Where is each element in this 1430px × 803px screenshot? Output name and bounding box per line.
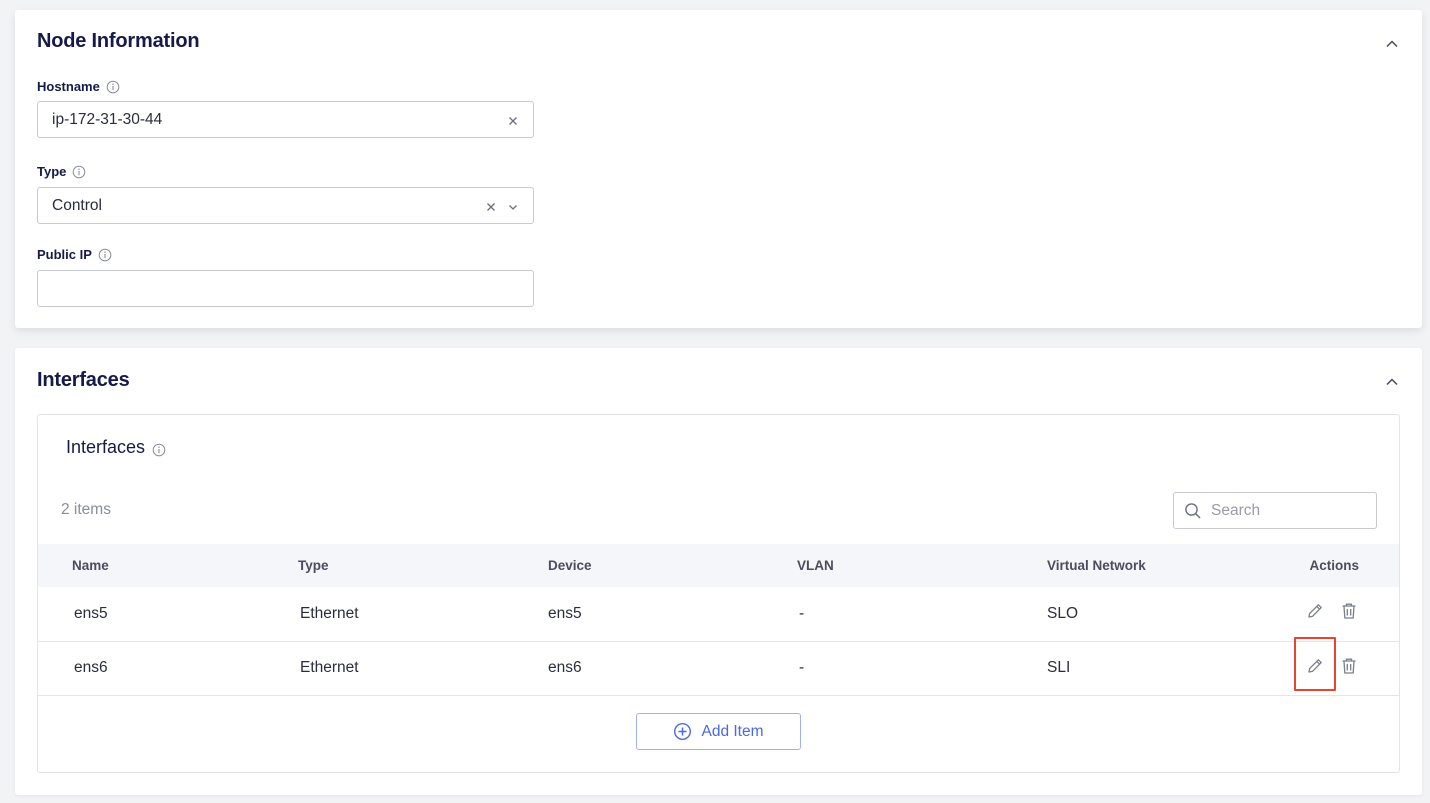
info-icon[interactable] [152, 441, 166, 456]
hostname-value[interactable]: ip-172-31-30-44 [52, 111, 499, 129]
item-count: 2 items [61, 501, 111, 518]
node-information-card: Node Information Hostname ip-172-31-30-4… [15, 10, 1422, 328]
column-header-device[interactable]: Device [548, 544, 797, 587]
edit-pencil-icon[interactable] [1305, 601, 1325, 621]
column-header-vlan[interactable]: VLAN [797, 544, 1047, 587]
type-label: Type [37, 164, 86, 179]
add-item-button[interactable]: Add Item [636, 713, 801, 750]
cell-type: Ethernet [298, 587, 548, 642]
delete-trash-icon[interactable] [1339, 601, 1359, 621]
cell-actions [1247, 636, 1399, 696]
search-icon [1184, 502, 1202, 520]
plus-circle-icon [673, 722, 692, 741]
node-information-title: Node Information [37, 30, 200, 52]
clear-icon[interactable] [485, 200, 497, 212]
add-item-label: Add Item [701, 722, 764, 740]
public-ip-label-text: Public IP [37, 247, 92, 262]
cell-virtual-network: SLI [1047, 641, 1247, 696]
clear-icon[interactable] [507, 114, 519, 126]
hostname-label: Hostname [37, 79, 120, 94]
collapse-chevron-up-icon[interactable] [1384, 374, 1400, 390]
interfaces-list-title-text: Interfaces [66, 437, 146, 457]
column-header-type[interactable]: Type [298, 544, 548, 587]
column-header-virtual-network[interactable]: Virtual Network [1047, 544, 1247, 587]
column-header-name[interactable]: Name [38, 544, 298, 587]
edit-pencil-icon[interactable] [1294, 636, 1336, 691]
collapse-chevron-up-icon[interactable] [1384, 36, 1400, 52]
interfaces-table: Name Type Device VLAN Virtual Network Ac… [38, 544, 1399, 696]
public-ip-label: Public IP [37, 247, 112, 262]
cell-device: ens5 [548, 587, 797, 642]
interfaces-list-panel: Interfaces 2 items Name Type Device VLAN… [37, 414, 1400, 773]
type-value[interactable]: Control [52, 197, 477, 215]
cell-virtual-network: SLO [1047, 587, 1247, 642]
info-icon[interactable] [106, 80, 120, 94]
hostname-input[interactable]: ip-172-31-30-44 [37, 101, 534, 138]
table-header-row: Name Type Device VLAN Virtual Network Ac… [38, 544, 1399, 587]
search-box[interactable] [1173, 492, 1377, 529]
search-input[interactable] [1211, 501, 1361, 520]
type-label-text: Type [37, 164, 67, 179]
cell-name: ens5 [38, 587, 298, 642]
public-ip-input[interactable] [37, 270, 534, 307]
cell-vlan: - [797, 641, 1047, 696]
cell-device: ens6 [548, 641, 797, 696]
info-icon[interactable] [72, 165, 86, 179]
cell-actions [1247, 587, 1399, 642]
table-row[interactable]: ens6 Ethernet ens6 - SLI [38, 636, 1399, 696]
cell-vlan: - [797, 587, 1047, 642]
column-header-actions: Actions [1309, 558, 1359, 573]
cell-type: Ethernet [298, 641, 548, 696]
interfaces-card: Interfaces Interfaces 2 items Name Type … [15, 348, 1422, 795]
type-select[interactable]: Control [37, 187, 534, 224]
hostname-label-text: Hostname [37, 79, 100, 94]
cell-name: ens6 [38, 641, 298, 696]
table-row[interactable]: ens5 Ethernet ens5 - SLO [38, 587, 1399, 642]
info-icon[interactable] [98, 248, 112, 262]
chevron-down-icon[interactable] [507, 200, 519, 212]
delete-trash-icon[interactable] [1339, 656, 1359, 676]
interfaces-list-title: Interfaces [66, 437, 166, 458]
interfaces-section-title: Interfaces [37, 369, 130, 391]
